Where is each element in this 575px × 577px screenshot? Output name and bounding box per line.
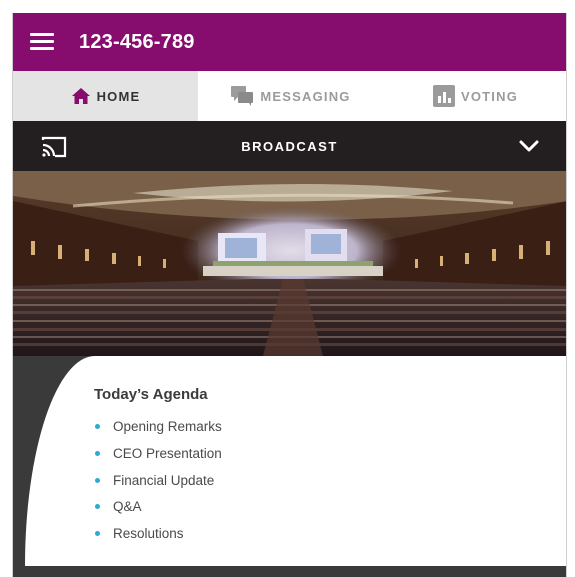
broadcast-bar: BROADCAST: [13, 121, 566, 171]
agenda-list: Opening Remarks CEO Presentation Financi…: [94, 414, 222, 548]
tab-messaging-label: MESSAGING: [260, 88, 351, 104]
agenda-item-label: Financial Update: [113, 472, 215, 488]
agenda-item-label: Q&A: [113, 499, 142, 515]
cast-icon[interactable]: [41, 136, 67, 158]
bullet-icon: [95, 531, 100, 537]
agenda-item: Q&A: [94, 494, 222, 521]
chevron-down-icon[interactable]: [518, 136, 540, 156]
conference-hall-illustration: [13, 171, 566, 356]
chat-icon: [231, 86, 254, 106]
bullet-icon: [95, 477, 100, 483]
agenda-item: CEO Presentation: [94, 441, 222, 468]
tab-voting[interactable]: VOTING: [383, 71, 566, 121]
broadcast-label: BROADCAST: [241, 138, 338, 154]
home-icon: [71, 88, 90, 104]
bullet-icon: [95, 450, 100, 456]
app-header: 123-456-789: [13, 13, 566, 71]
app-frame: 123-456-789 HOME MESSAGING VOTING BROADC…: [12, 13, 567, 577]
tab-messaging[interactable]: MESSAGING: [198, 71, 383, 121]
tab-home[interactable]: HOME: [13, 71, 198, 121]
agenda-item-label: CEO Presentation: [113, 445, 222, 461]
agenda-title: Today’s Agenda: [94, 386, 208, 403]
bullet-icon: [95, 424, 100, 429]
agenda-item: Opening Remarks: [94, 414, 222, 441]
tab-home-label: HOME: [96, 88, 141, 104]
tab-bar: HOME MESSAGING VOTING: [13, 71, 566, 121]
agenda-item-label: Resolutions: [113, 526, 184, 542]
bullet-icon: [95, 504, 100, 510]
agenda-item: Resolutions: [94, 521, 222, 548]
menu-button[interactable]: [13, 13, 71, 71]
agenda-item: Financial Update: [94, 468, 222, 495]
bar-chart-icon: [432, 85, 455, 107]
phone-number: 123-456-789: [79, 30, 195, 53]
conference-hall-image: [13, 171, 566, 356]
tab-voting-label: VOTING: [460, 88, 519, 104]
hamburger-menu-icon: [30, 33, 54, 51]
agenda-item-label: Opening Remarks: [113, 419, 222, 434]
